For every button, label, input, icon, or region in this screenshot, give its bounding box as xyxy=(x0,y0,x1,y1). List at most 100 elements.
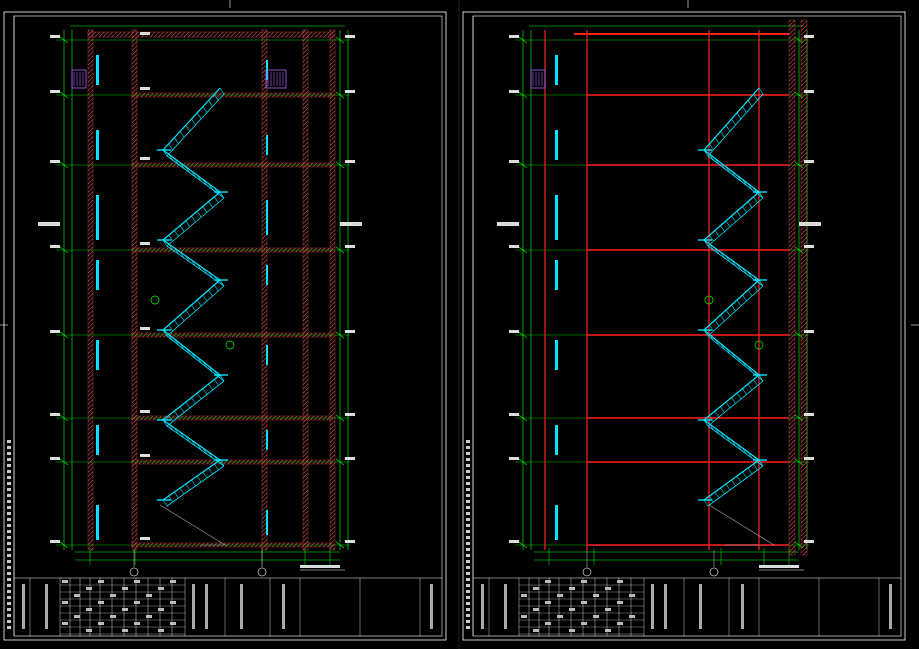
title-block-vertical-text xyxy=(430,584,433,629)
binding-text-mark xyxy=(7,608,11,611)
binding-text-mark xyxy=(7,512,11,515)
title-block-vertical-text xyxy=(45,584,48,629)
binding-text-mark xyxy=(466,458,470,461)
stair-tread xyxy=(742,294,747,302)
stair-tread xyxy=(725,401,731,409)
window-glazing xyxy=(555,195,558,240)
stair-tread xyxy=(736,112,742,119)
title-block-text xyxy=(545,622,551,625)
binding-text-mark xyxy=(7,590,11,593)
stair-tread xyxy=(174,491,179,499)
stair-tread xyxy=(174,230,179,237)
level-marker-text xyxy=(140,242,150,245)
binding-text-mark xyxy=(466,464,470,467)
level-marker-text xyxy=(140,32,150,35)
stair-tread xyxy=(736,211,742,218)
stair-tread xyxy=(714,491,720,499)
title-block-vertical-text xyxy=(22,584,25,629)
level-marker-text xyxy=(345,540,355,543)
binding-text-mark xyxy=(7,476,11,479)
column-hatched xyxy=(800,19,808,556)
title-block-text xyxy=(158,587,164,590)
stair-tread xyxy=(196,211,202,218)
level-marker-text xyxy=(509,457,519,460)
title-block-text xyxy=(581,622,587,625)
side-annotation-text xyxy=(340,222,362,226)
stair-tread xyxy=(214,379,219,386)
level-marker-text xyxy=(140,157,150,160)
stair-tread xyxy=(742,106,747,113)
title-block-text xyxy=(98,580,104,583)
floor-slab xyxy=(131,162,333,168)
level-marker-text xyxy=(804,90,814,93)
binding-text-mark xyxy=(466,452,470,455)
stair-tread xyxy=(736,392,742,400)
title-block-text xyxy=(617,580,623,583)
title-block-text xyxy=(134,622,140,625)
binding-text-mark xyxy=(7,500,11,503)
stair-tread xyxy=(179,406,185,413)
stair-tread xyxy=(742,388,747,395)
title-block-text xyxy=(521,594,527,597)
title-block-vertical-text xyxy=(205,584,208,629)
binding-text-mark xyxy=(466,596,470,599)
stair-tread xyxy=(185,401,191,409)
binding-text-mark xyxy=(7,458,11,461)
window-glazing xyxy=(96,55,99,85)
section-title-text xyxy=(759,565,799,568)
stair-tread xyxy=(736,475,742,483)
window-glazing xyxy=(96,260,99,290)
window-glazing xyxy=(555,340,558,370)
binding-text-mark xyxy=(7,596,11,599)
window-glazing xyxy=(555,425,558,455)
title-block-text xyxy=(533,629,539,632)
stair-tread xyxy=(709,495,714,503)
title-block-text xyxy=(134,601,140,604)
title-block-text xyxy=(74,594,80,597)
stair-tread xyxy=(191,304,196,312)
stair-tread xyxy=(720,406,725,413)
entry-stair-line xyxy=(708,504,775,546)
wall-hatched xyxy=(131,29,138,551)
title-block-text xyxy=(545,601,551,604)
level-marker-text xyxy=(345,457,355,460)
stair-tread xyxy=(196,299,202,307)
title-block-text xyxy=(605,587,611,590)
stair-tread xyxy=(185,220,191,227)
stair-tread xyxy=(202,206,208,213)
stair-tread xyxy=(742,471,747,479)
level-marker-text xyxy=(509,245,519,248)
stair-tread xyxy=(720,487,725,495)
binding-text-mark xyxy=(7,446,11,449)
axis-bubble xyxy=(257,567,267,577)
window-glazing xyxy=(96,195,99,240)
stair-tread xyxy=(168,143,173,150)
stair-tread xyxy=(208,289,213,297)
level-marker-text xyxy=(345,160,355,163)
binding-text-mark xyxy=(466,500,470,503)
left-sheet xyxy=(3,11,447,641)
binding-text-mark xyxy=(7,620,11,623)
stair-tread xyxy=(714,230,720,237)
level-marker-text xyxy=(50,245,60,248)
title-block-text xyxy=(581,580,587,583)
binding-text-mark xyxy=(7,536,11,539)
level-marker-text xyxy=(509,35,519,38)
title-block-text xyxy=(521,615,527,618)
stair-tread xyxy=(731,479,736,487)
title-block-text xyxy=(98,601,104,604)
title-block-text xyxy=(569,608,575,611)
level-marker-text xyxy=(345,330,355,333)
title-block-text xyxy=(593,594,599,597)
binding-text-mark xyxy=(7,572,11,575)
binding-text-mark xyxy=(7,470,11,473)
stair-tread xyxy=(208,100,213,107)
binding-text-mark xyxy=(7,440,11,443)
stair-tread xyxy=(179,225,185,232)
stair-tread xyxy=(747,467,753,475)
binding-text-mark xyxy=(7,554,11,557)
level-marker-text xyxy=(804,245,814,248)
binding-text-mark xyxy=(466,620,470,623)
title-block-text xyxy=(122,629,128,632)
title-block-vertical-text xyxy=(481,584,484,629)
